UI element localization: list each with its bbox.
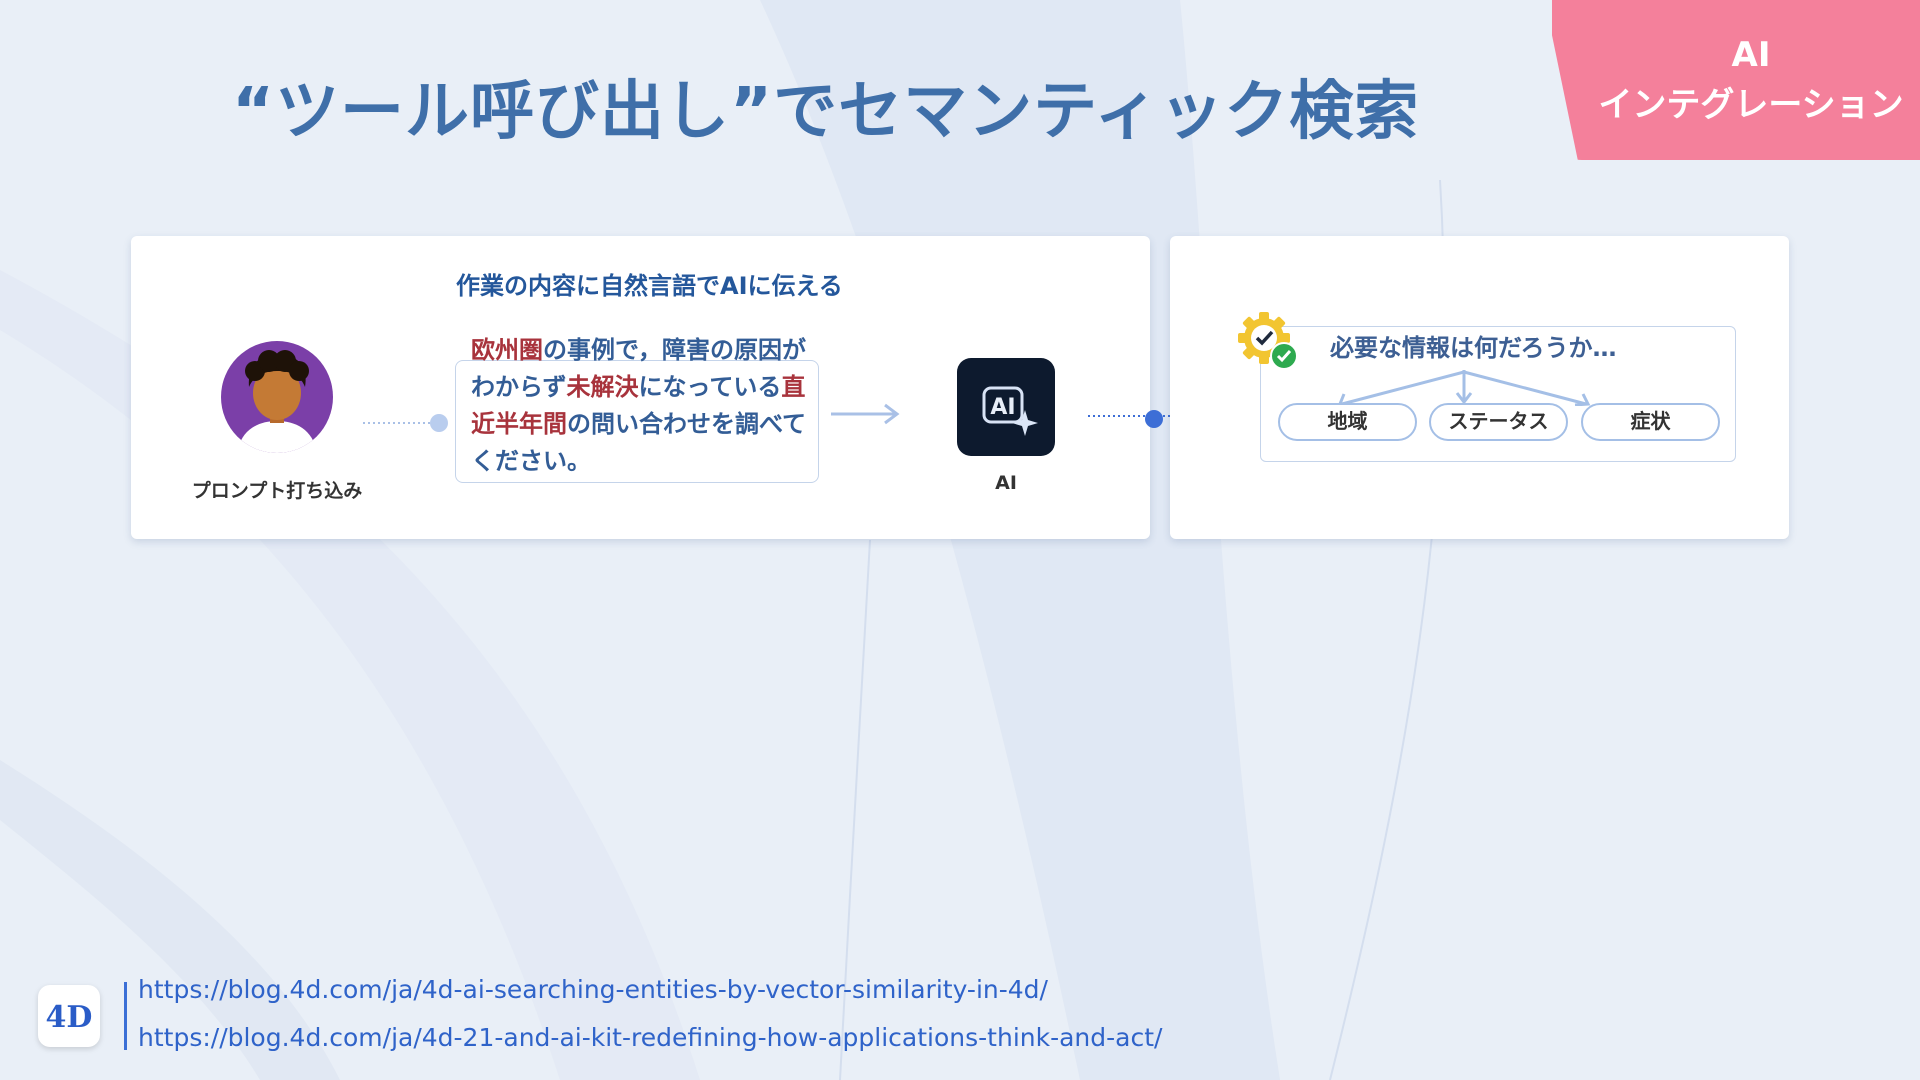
prompt-highlight-region: 欧州圏 [471,336,543,364]
user-avatar [221,341,333,453]
prompt-segment: になっている [638,373,782,401]
4d-logo: 4D [38,985,100,1047]
parameter-symptom: 症状 [1581,403,1720,441]
connector-dots [363,414,448,432]
prompt-highlight-status: 未解決 [566,373,639,401]
ai-sparkle-icon: AI [957,358,1055,456]
card-heading: 作業の内容に自然言語でAIに伝える [456,272,843,300]
background-curves [0,0,1445,1080]
arrow-right-icon [831,403,900,425]
ai-label: AI [995,472,1017,494]
parameter-status: ステータス [1429,403,1568,441]
ai-icon-text: AI [990,395,1015,420]
category-badge: AI インテグレーション [1552,0,1920,160]
thinking-question: 必要な情報は何だろうか… [1330,334,1617,362]
connector-dot [1145,410,1163,428]
reference-link-2[interactable]: https://blog.4d.com/ja/4d-21-and-ai-kit-… [138,1023,1162,1052]
parameter-region: 地域 [1278,403,1417,441]
parameter-analysis-card: 必要な情報は何だろうか… 地域 ステータス 症状 [1145,236,1789,539]
gear-check-icon [1238,312,1298,370]
user-label: プロンプト打ち込み [191,480,363,502]
category-badge-line2: インテグレーション [1598,85,1904,125]
branch-arrows [1337,370,1591,406]
links-divider [124,982,127,1050]
page-title: “ツール呼び出し”でセマンティック検索 [232,75,1420,149]
logo-text: 4D [46,1000,93,1035]
reference-link-1[interactable]: https://blog.4d.com/ja/4d-ai-searching-e… [138,975,1048,1004]
prompt-text: 欧州圏の事例で，障害の原因がわからず未解決になっている直近半年間の問い合わせを調… [471,332,811,480]
category-badge-line1: AI [1731,35,1771,75]
prompt-flow-card: 作業の内容に自然言語でAIに伝える プロンプト打ち込み 欧州圏の事例で，障害の原… [131,236,1266,539]
